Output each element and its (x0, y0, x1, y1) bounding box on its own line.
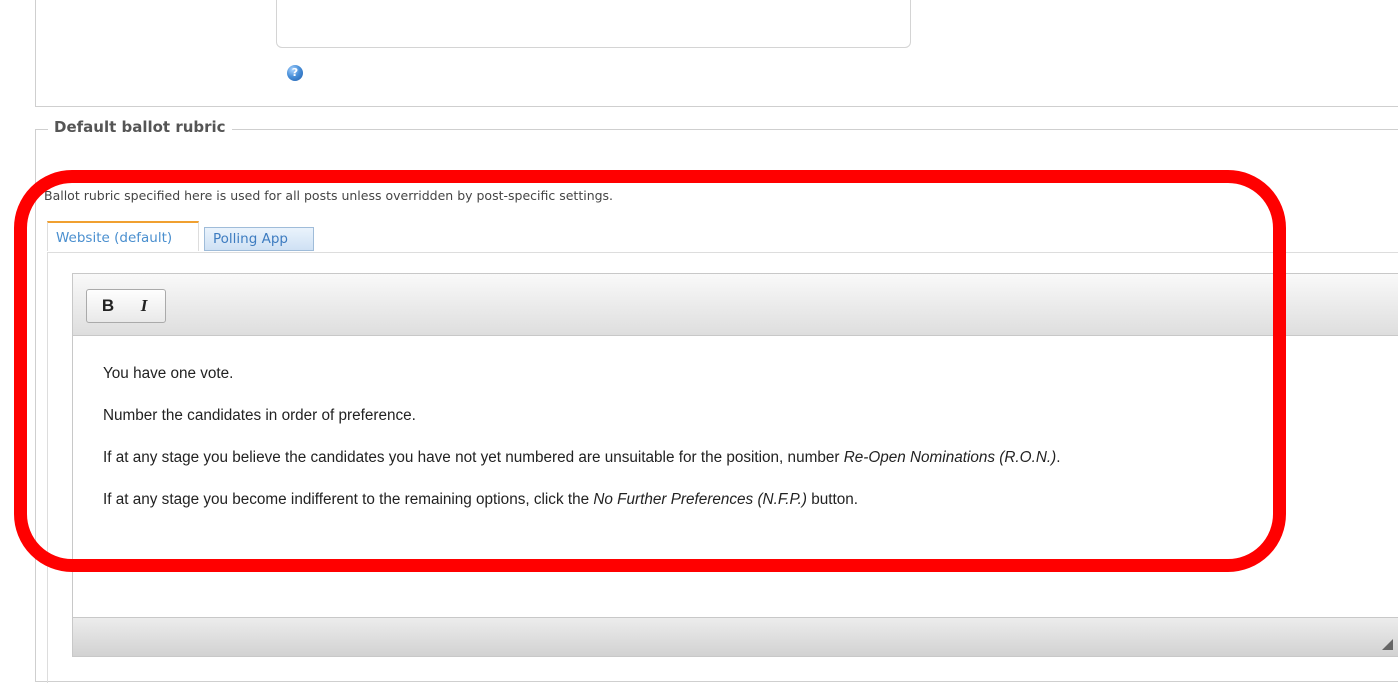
rich-text-editor[interactable]: B I You have one vote. Number the candid… (72, 273, 1398, 657)
paragraph-text: . (1056, 449, 1061, 466)
bold-button[interactable]: B (89, 290, 127, 322)
help-icon[interactable]: ? (287, 65, 303, 81)
paragraph-text: If at any stage you become indifferent t… (103, 491, 594, 508)
rubric-paragraph: If at any stage you believe the candidat… (103, 448, 1379, 468)
format-button-group: B I (86, 289, 166, 323)
rubric-description: Ballot rubric specified here is used for… (44, 188, 614, 203)
paragraph-text: button. (807, 491, 859, 508)
emphasis-text: No Further Preferences (N.F.P.) (593, 491, 808, 508)
resize-grip-icon[interactable] (1382, 639, 1393, 650)
paragraph-text: If at any stage you believe the candidat… (103, 449, 844, 466)
rubric-paragraph: If at any stage you become indifferent t… (103, 490, 1379, 510)
fieldset-legend: Default ballot rubric (48, 118, 232, 136)
rubric-paragraph: Number the candidates in order of prefer… (103, 407, 416, 424)
tab-website-default[interactable]: Website (default) (47, 221, 199, 251)
editor-content[interactable]: You have one vote. Number the candidates… (103, 364, 1379, 532)
editor-toolbar: B I (73, 274, 1398, 336)
previous-textarea[interactable] (276, 0, 911, 48)
editor-statusbar (73, 617, 1398, 656)
italic-button[interactable]: I (125, 290, 163, 322)
tab-polling-app[interactable]: Polling App (204, 227, 314, 251)
emphasis-text: Re-Open Nominations (R.O.N.) (843, 449, 1057, 466)
fieldset-border-tick (35, 129, 45, 130)
rubric-paragraph: You have one vote. (103, 365, 234, 382)
